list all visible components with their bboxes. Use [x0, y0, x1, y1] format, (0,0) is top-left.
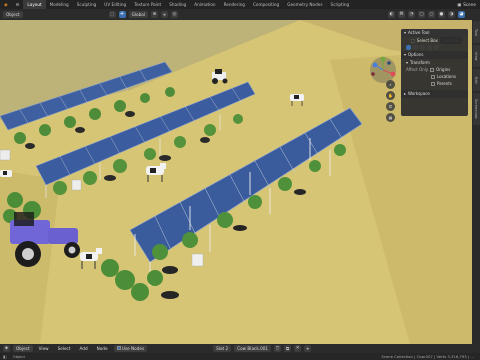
- menu-file[interactable]: ☰: [12, 0, 24, 9]
- slot-dropdown[interactable]: Slot 2: [213, 345, 232, 352]
- active-tool-panel: ▾ Active Tool ⬚ Select Box ▾ Options ▾ T…: [401, 29, 468, 116]
- zoom-icon[interactable]: ⌕: [386, 80, 395, 89]
- tab-animation[interactable]: Animation: [190, 0, 219, 9]
- tab-compositing[interactable]: Compositing: [249, 0, 283, 9]
- viewport-header: Object ⬚ ✛ Global ⊕ ⌖ ◎ ◐ ⌘ ◔ ▢ ○ ● ◑ ◕: [0, 9, 480, 20]
- shading-rendered-icon[interactable]: ◕: [458, 11, 465, 18]
- xray-icon[interactable]: ▢: [418, 11, 425, 18]
- proportional-edit-icon[interactable]: ◎: [171, 11, 178, 18]
- tab-edit[interactable]: Edit: [472, 69, 480, 91]
- mode-extend-icon[interactable]: [413, 45, 418, 50]
- tab-shading[interactable]: Shading: [165, 0, 190, 9]
- menu-view[interactable]: View: [36, 345, 52, 352]
- shading-material-icon[interactable]: ◑: [448, 11, 455, 18]
- shading-solid-icon[interactable]: ●: [438, 11, 445, 18]
- camera-icon[interactable]: ⎚: [386, 102, 395, 111]
- tab-geometry-nodes[interactable]: Geometry Nodes: [283, 0, 326, 9]
- chevron-down-icon: ▾: [406, 60, 409, 65]
- tab-rendering[interactable]: Rendering: [220, 0, 249, 9]
- overlays-icon[interactable]: ◔: [408, 11, 415, 18]
- 3d-viewport[interactable]: ⌕ ✋ ⎚ ▦ Options ▾ Active Tool ⬚ Select B…: [0, 20, 472, 344]
- workspace-section[interactable]: ▸ Workspace: [401, 90, 468, 98]
- material-selector[interactable]: Cow Black.001: [234, 345, 272, 352]
- close-icon[interactable]: ✕: [294, 345, 302, 352]
- active-tool-title: Active Tool: [408, 30, 430, 35]
- active-tool-header[interactable]: ▾ Active Tool: [401, 29, 468, 37]
- move-tool-icon[interactable]: ✛: [118, 11, 126, 18]
- sidebar-tabs: Tool View Edit Screencast: [472, 20, 480, 344]
- viewport-controls: ⌕ ✋ ⎚ ▦: [386, 80, 396, 124]
- active-tool-name[interactable]: ⬚ Select Box: [401, 37, 468, 44]
- chevron-down-icon: ▾: [404, 30, 407, 35]
- locations-checkbox[interactable]: [431, 74, 435, 79]
- cow-4: [0, 170, 12, 177]
- chevron-right-icon: ▸: [404, 91, 407, 96]
- sb-mode-dropdown[interactable]: Object: [13, 345, 33, 352]
- tab-sculpting[interactable]: Sculpting: [73, 0, 101, 9]
- mode-intersect-icon[interactable]: [434, 45, 439, 50]
- tab-uv-editing[interactable]: UV Editing: [100, 0, 130, 9]
- menu-node[interactable]: Node: [94, 345, 111, 352]
- scene-selector[interactable]: ▣ Scene: [457, 1, 476, 8]
- blender-logo-icon[interactable]: ◉: [0, 0, 12, 9]
- pan-hand-icon[interactable]: ✋: [386, 91, 395, 100]
- tab-tool[interactable]: Tool: [472, 21, 480, 43]
- tab-view[interactable]: View: [472, 45, 480, 67]
- visibility-icon[interactable]: ◐: [388, 11, 395, 18]
- affect-parents-row[interactable]: Parents: [401, 80, 468, 87]
- shading-wire-icon[interactable]: ○: [428, 11, 435, 18]
- duplicate-icon[interactable]: ⧉: [284, 345, 292, 352]
- tab-screencast[interactable]: Screencast: [472, 93, 480, 125]
- mode-invert-icon[interactable]: [427, 45, 432, 50]
- parents-checkbox[interactable]: [431, 81, 435, 86]
- perspective-grid-icon[interactable]: ▦: [386, 113, 395, 122]
- object-mode-dropdown[interactable]: Object: [3, 11, 23, 18]
- status-left-text: Object: [12, 354, 25, 359]
- pivot-icon[interactable]: ⊕: [151, 11, 158, 18]
- menu-add[interactable]: Add: [77, 345, 91, 352]
- scene-label: Scene: [463, 2, 476, 7]
- mode-set-icon[interactable]: [406, 45, 411, 50]
- node-editor-header: ◈ Object View Select Add Node Use Nodes …: [0, 344, 480, 353]
- select-mode-row: [401, 44, 468, 51]
- workspace-tabs: Layout Modeling Sculpting UV Editing Texture…: [23, 0, 353, 9]
- tab-layout[interactable]: Layout: [23, 0, 46, 9]
- tab-scripting[interactable]: Scripting: [327, 0, 354, 9]
- tab-modeling[interactable]: Modeling: [46, 0, 73, 9]
- status-info: ◧ Object Scene Collection | Cow.007 | Ve…: [0, 353, 480, 360]
- status-bar: ◈ Object View Select Add Node Use Nodes …: [0, 344, 480, 360]
- status-right-text: Scene Collection | Cow.007 | Verts 3,316…: [381, 354, 474, 359]
- snap-icon[interactable]: ⌖: [161, 11, 168, 18]
- origins-checkbox[interactable]: [430, 67, 435, 72]
- options-section[interactable]: ▾ Options: [401, 51, 468, 59]
- tab-texture-paint[interactable]: Texture Paint: [130, 0, 165, 9]
- scene-icon: ▣: [457, 2, 462, 7]
- workspace-topbar: ◉ ☰ Layout Modeling Sculpting UV Editing Tex…: [0, 0, 480, 9]
- use-nodes-checkbox: [116, 346, 121, 350]
- status-mouse-icon: ◧: [3, 354, 7, 359]
- chevron-down-icon: ▾: [404, 52, 407, 57]
- gizmo-toggle-icon[interactable]: ⌘: [398, 11, 405, 18]
- affect-locations-row[interactable]: Locations: [401, 73, 468, 80]
- affect-origins-row[interactable]: Affect Only Origins: [401, 66, 468, 73]
- use-nodes-toggle[interactable]: Use Nodes: [113, 345, 148, 352]
- pin-icon[interactable]: ⌖: [304, 345, 312, 352]
- orientation-dropdown[interactable]: Global: [128, 11, 148, 18]
- menu-select[interactable]: Select: [55, 345, 74, 352]
- shield-icon[interactable]: ⛉: [274, 345, 282, 352]
- editor-type-icon[interactable]: ◈: [3, 345, 10, 352]
- select-tool-icon[interactable]: ⬚: [108, 11, 116, 18]
- select-box-icon: ⬚: [411, 38, 415, 43]
- mode-subtract-icon[interactable]: [420, 45, 425, 50]
- transform-subsection[interactable]: ▾ Transform: [401, 59, 468, 66]
